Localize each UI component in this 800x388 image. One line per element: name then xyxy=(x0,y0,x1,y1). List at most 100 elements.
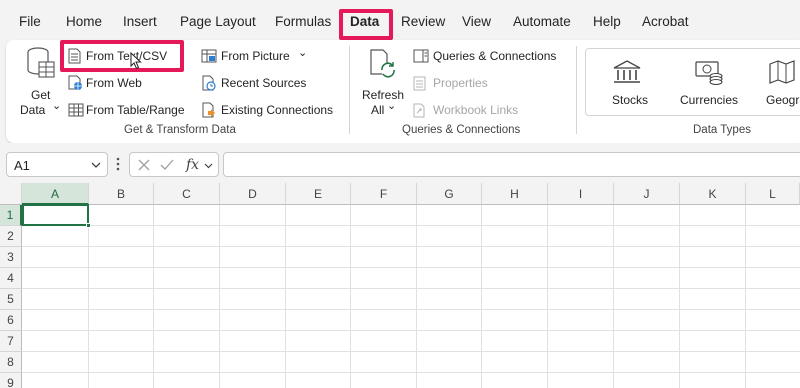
properties-icon xyxy=(413,76,426,91)
refresh-icon xyxy=(370,49,395,78)
row-header-5[interactable]: 5 xyxy=(0,289,22,310)
workbook-links-label: Workbook Links xyxy=(433,103,519,117)
geography-button[interactable]: Geograp xyxy=(758,53,800,111)
column-header-l[interactable]: L xyxy=(746,183,800,205)
grid-line xyxy=(679,205,680,388)
column-header-c[interactable]: C xyxy=(154,183,220,205)
mouse-cursor-icon xyxy=(130,52,142,70)
cancel-icon[interactable] xyxy=(138,159,150,171)
group-separator xyxy=(349,46,350,134)
from-web-label: From Web xyxy=(86,76,142,90)
column-header-f[interactable]: F xyxy=(351,183,417,205)
name-box[interactable]: A1 xyxy=(6,152,108,177)
grid-line xyxy=(22,246,800,247)
currencies-label: Currencies xyxy=(680,93,739,107)
tab-home[interactable]: Home xyxy=(66,14,102,29)
queries-connections-label: Queries & Connections xyxy=(433,49,557,63)
stocks-label: Stocks xyxy=(612,93,649,107)
column-header-g[interactable]: G xyxy=(417,183,482,205)
tab-help[interactable]: Help xyxy=(593,14,621,29)
geography-label: Geograp xyxy=(766,93,800,107)
web-page-icon xyxy=(68,75,82,90)
tab-formulas[interactable]: Formulas xyxy=(275,14,331,29)
workbook-links-icon xyxy=(413,103,425,118)
fill-handle[interactable] xyxy=(86,223,91,228)
grid-line xyxy=(416,205,417,388)
column-header-d[interactable]: D xyxy=(220,183,286,205)
tab-page-layout[interactable]: Page Layout xyxy=(180,14,256,29)
grid-line xyxy=(22,267,800,268)
tab-acrobat[interactable]: Acrobat xyxy=(642,14,689,29)
column-header-e[interactable]: E xyxy=(286,183,351,205)
data-tab-highlight-box xyxy=(339,9,393,40)
currencies-button[interactable]: Currencies xyxy=(674,53,744,111)
column-header-k[interactable]: K xyxy=(680,183,746,205)
formula-input[interactable] xyxy=(223,152,800,177)
select-all-corner[interactable] xyxy=(0,183,22,205)
from-web-button[interactable]: From Web xyxy=(66,73,178,93)
geography-map-icon xyxy=(769,60,795,84)
grid-line xyxy=(22,372,800,373)
properties-button[interactable]: Properties xyxy=(411,73,511,93)
database-icon xyxy=(27,47,55,78)
tab-file[interactable]: File xyxy=(19,14,41,29)
picture-table-icon xyxy=(201,49,217,63)
name-box-value: A1 xyxy=(14,158,30,173)
queries-connections-button[interactable]: Queries & Connections xyxy=(411,46,571,66)
refresh-chevron-icon: ⌄ xyxy=(387,100,397,112)
worksheet-grid: A B C D E F G H I J K L 1 2 3 4 5 6 7 8 … xyxy=(0,183,800,388)
get-data-chevron-icon: ⌄ xyxy=(52,100,62,112)
column-header-i[interactable]: I xyxy=(548,183,614,205)
more-options-icon[interactable] xyxy=(116,157,120,171)
formula-buttons: fx xyxy=(129,152,219,177)
recent-sources-button[interactable]: Recent Sources xyxy=(201,73,311,93)
stocks-bank-icon xyxy=(613,60,641,83)
grid-line xyxy=(481,205,482,388)
menu-bar: File Home Insert Page Layout Formulas Da… xyxy=(0,0,800,40)
row-header-8[interactable]: 8 xyxy=(0,352,22,373)
column-header-b[interactable]: B xyxy=(89,183,154,205)
row-header-3[interactable]: 3 xyxy=(0,247,22,268)
active-cell-a1[interactable] xyxy=(22,204,89,226)
from-table-range-button[interactable]: From Table/Range xyxy=(66,100,196,120)
tab-insert[interactable]: Insert xyxy=(123,14,157,29)
get-data-button[interactable]: Get Data ⌄ xyxy=(16,44,62,120)
insert-function-icon[interactable]: fx xyxy=(186,157,199,173)
properties-label: Properties xyxy=(433,76,488,90)
enter-check-icon[interactable] xyxy=(160,159,174,171)
chevron-down-icon xyxy=(91,162,101,168)
queries-pane-icon xyxy=(413,49,429,63)
row-header-9[interactable]: 9 xyxy=(0,373,22,388)
tab-view[interactable]: View xyxy=(462,14,491,29)
row-header-4[interactable]: 4 xyxy=(0,268,22,289)
from-table-range-label: From Table/Range xyxy=(86,103,185,117)
tab-automate[interactable]: Automate xyxy=(513,14,571,29)
queries-group-label: Queries & Connections xyxy=(402,124,521,136)
workbook-links-button[interactable]: Workbook Links xyxy=(411,100,531,120)
row-header-6[interactable]: 6 xyxy=(0,310,22,331)
refresh-all-button[interactable]: Refresh All ⌄ xyxy=(358,44,408,120)
column-header-h[interactable]: H xyxy=(482,183,548,205)
column-header-a[interactable]: A xyxy=(22,183,89,205)
group-separator xyxy=(576,46,577,134)
get-data-label-1: Get xyxy=(31,88,51,102)
chevron-down-icon xyxy=(204,163,213,169)
from-picture-button[interactable]: From Picture ⌄ xyxy=(201,46,311,66)
row-header-7[interactable]: 7 xyxy=(0,331,22,352)
row-header-2[interactable]: 2 xyxy=(0,226,22,247)
tab-review[interactable]: Review xyxy=(401,14,445,29)
grid-line xyxy=(613,205,614,388)
from-text-csv-highlight-box xyxy=(60,40,184,72)
existing-connections-button[interactable]: Existing Connections xyxy=(201,100,346,120)
row-header-1[interactable]: 1 xyxy=(0,205,22,226)
grid-line xyxy=(350,205,351,388)
grid-line xyxy=(285,205,286,388)
grid-line xyxy=(22,351,800,352)
formula-bar: A1 fx xyxy=(0,143,800,183)
from-picture-chevron-icon: ⌄ xyxy=(298,47,308,59)
stocks-button[interactable]: Stocks xyxy=(596,53,658,111)
column-header-j[interactable]: J xyxy=(614,183,680,205)
existing-connections-label: Existing Connections xyxy=(221,103,334,117)
grid-line xyxy=(22,288,800,289)
recent-sources-label: Recent Sources xyxy=(221,76,307,90)
